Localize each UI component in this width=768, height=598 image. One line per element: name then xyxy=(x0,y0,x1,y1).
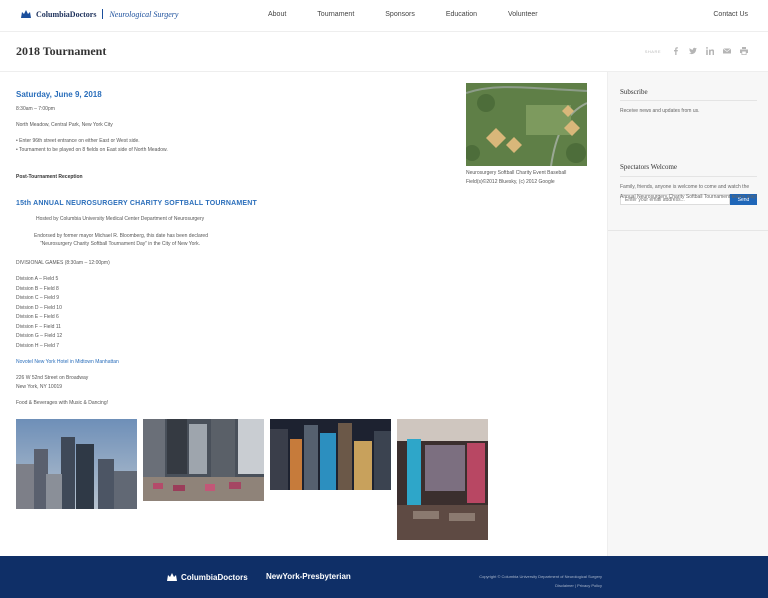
divisional-games-title: DIVISIONAL GAMES (8:30am – 12:00pm) xyxy=(16,260,110,266)
footer-links[interactable]: Disclaimer | Privacy Policy xyxy=(479,581,602,590)
address-line-1: 226 W 52nd Street on Broadway xyxy=(16,375,89,381)
subscribe-rule xyxy=(620,100,757,101)
subscribe-title: Subscribe xyxy=(620,88,648,96)
main-nav: About Tournament Sponsors Education Volu… xyxy=(268,11,569,18)
endorsed-line-1: Endorsed by former mayor Michael R. Bloo… xyxy=(34,233,208,239)
site-logo[interactable]: ColumbiaDoctors Neurological Surgery xyxy=(20,9,178,19)
share-label: SHARE xyxy=(644,48,661,54)
footer-copyright: Copyright © Columbia University Departme… xyxy=(479,572,602,590)
page-title: 2018 Tournament xyxy=(16,44,107,58)
welcome-text: Family, friends, anyone is welcome to co… xyxy=(620,184,758,200)
reception-heading: Post-Tournament Reception xyxy=(16,174,83,180)
welcome-title: Spectators Welcome xyxy=(620,163,678,171)
division-f: Division F – Field 11 xyxy=(16,324,61,330)
linkedin-icon[interactable] xyxy=(706,47,714,55)
print-icon[interactable] xyxy=(740,47,748,55)
photo-lounge xyxy=(397,419,488,540)
crown-icon xyxy=(21,10,31,18)
title-bar: 2018 Tournament SHARE xyxy=(0,32,768,72)
photo-skyline xyxy=(16,419,137,509)
map-caption-line-1: Neurosurgery Softball Charity Event Base… xyxy=(466,170,567,176)
sidebar: Subscribe Receive news and updates from … xyxy=(607,72,768,556)
share-bar: SHARE xyxy=(645,47,748,55)
event-date: Saturday, June 9, 2018 xyxy=(16,90,102,99)
endorsed-line-2: “Neurosurgery Charity Softball Tournamen… xyxy=(40,241,200,247)
logo-separator xyxy=(102,9,104,19)
food-text: Food & Beverages with Music & Dancing! xyxy=(16,400,108,406)
division-c: Division C – Field 9 xyxy=(16,295,60,301)
division-e: Division E – Field 6 xyxy=(16,314,59,320)
map-caption-line-2: Field(s)©2012 Bluesky, (c) 2012 Google xyxy=(466,179,555,185)
footer-logo-1-text: ColumbiaDoctors xyxy=(181,572,248,582)
division-h: Division H – Field 7 xyxy=(16,343,60,349)
hotel-link[interactable]: Novotel New York Hotel in Midtown Manhat… xyxy=(16,359,119,365)
welcome-rule xyxy=(620,176,757,177)
address-line-2: New York, NY 10019 xyxy=(16,384,63,390)
division-g: Division G – Field 12 xyxy=(16,333,63,339)
nav-education[interactable]: Education xyxy=(446,11,477,18)
event-location: North Meadow, Central Park, New York Cit… xyxy=(16,122,113,128)
bullet-fields: • Tournament to be played on 8 fields on… xyxy=(16,147,168,153)
copyright-text: Copyright © Columbia University Departme… xyxy=(479,574,602,579)
division-d: Division D – Field 10 xyxy=(16,305,62,311)
nav-about[interactable]: About xyxy=(268,11,286,18)
footer-nyp-logo[interactable]: NewYork-Presbyterian xyxy=(266,572,351,581)
hosted-text: Hosted by Columbia University Medical Ce… xyxy=(36,216,205,222)
nav-sponsors[interactable]: Sponsors xyxy=(385,11,415,18)
footer-columbia-logo[interactable]: ColumbiaDoctors xyxy=(166,572,248,582)
sidebar-divider xyxy=(608,230,768,231)
nav-volunteer[interactable]: Volunteer xyxy=(508,11,538,18)
contact-link[interactable]: Contact Us xyxy=(713,11,748,18)
nav-tournament[interactable]: Tournament xyxy=(317,11,354,18)
crown-icon xyxy=(167,573,177,581)
subscribe-text: Receive news and updates from us. xyxy=(620,108,700,114)
tournament-heading: 15th ANNUAL NEUROSURGERY CHARITY SOFTBAL… xyxy=(16,200,258,207)
photo-night-city xyxy=(270,419,391,490)
twitter-icon[interactable] xyxy=(689,47,697,55)
site-footer: ColumbiaDoctors NewYork-Presbyterian Cop… xyxy=(0,556,768,598)
photo-terrace xyxy=(143,419,264,501)
facebook-icon[interactable] xyxy=(672,47,680,55)
event-time: 8:30am – 7:00pm xyxy=(16,106,55,112)
site-header: ColumbiaDoctors Neurological Surgery Abo… xyxy=(0,0,768,32)
footer-logo-2-text: NewYork-Presbyterian xyxy=(266,572,351,581)
logo-main: ColumbiaDoctors xyxy=(36,9,97,19)
division-b: Division B – Field 8 xyxy=(16,286,59,292)
bullet-entrance: • Enter 96th street entrance on either E… xyxy=(16,138,140,144)
logo-subtitle: Neurological Surgery xyxy=(109,9,179,19)
division-a: Division A – Field 5 xyxy=(16,276,59,282)
map-image xyxy=(466,83,587,166)
email-icon[interactable] xyxy=(723,47,731,55)
